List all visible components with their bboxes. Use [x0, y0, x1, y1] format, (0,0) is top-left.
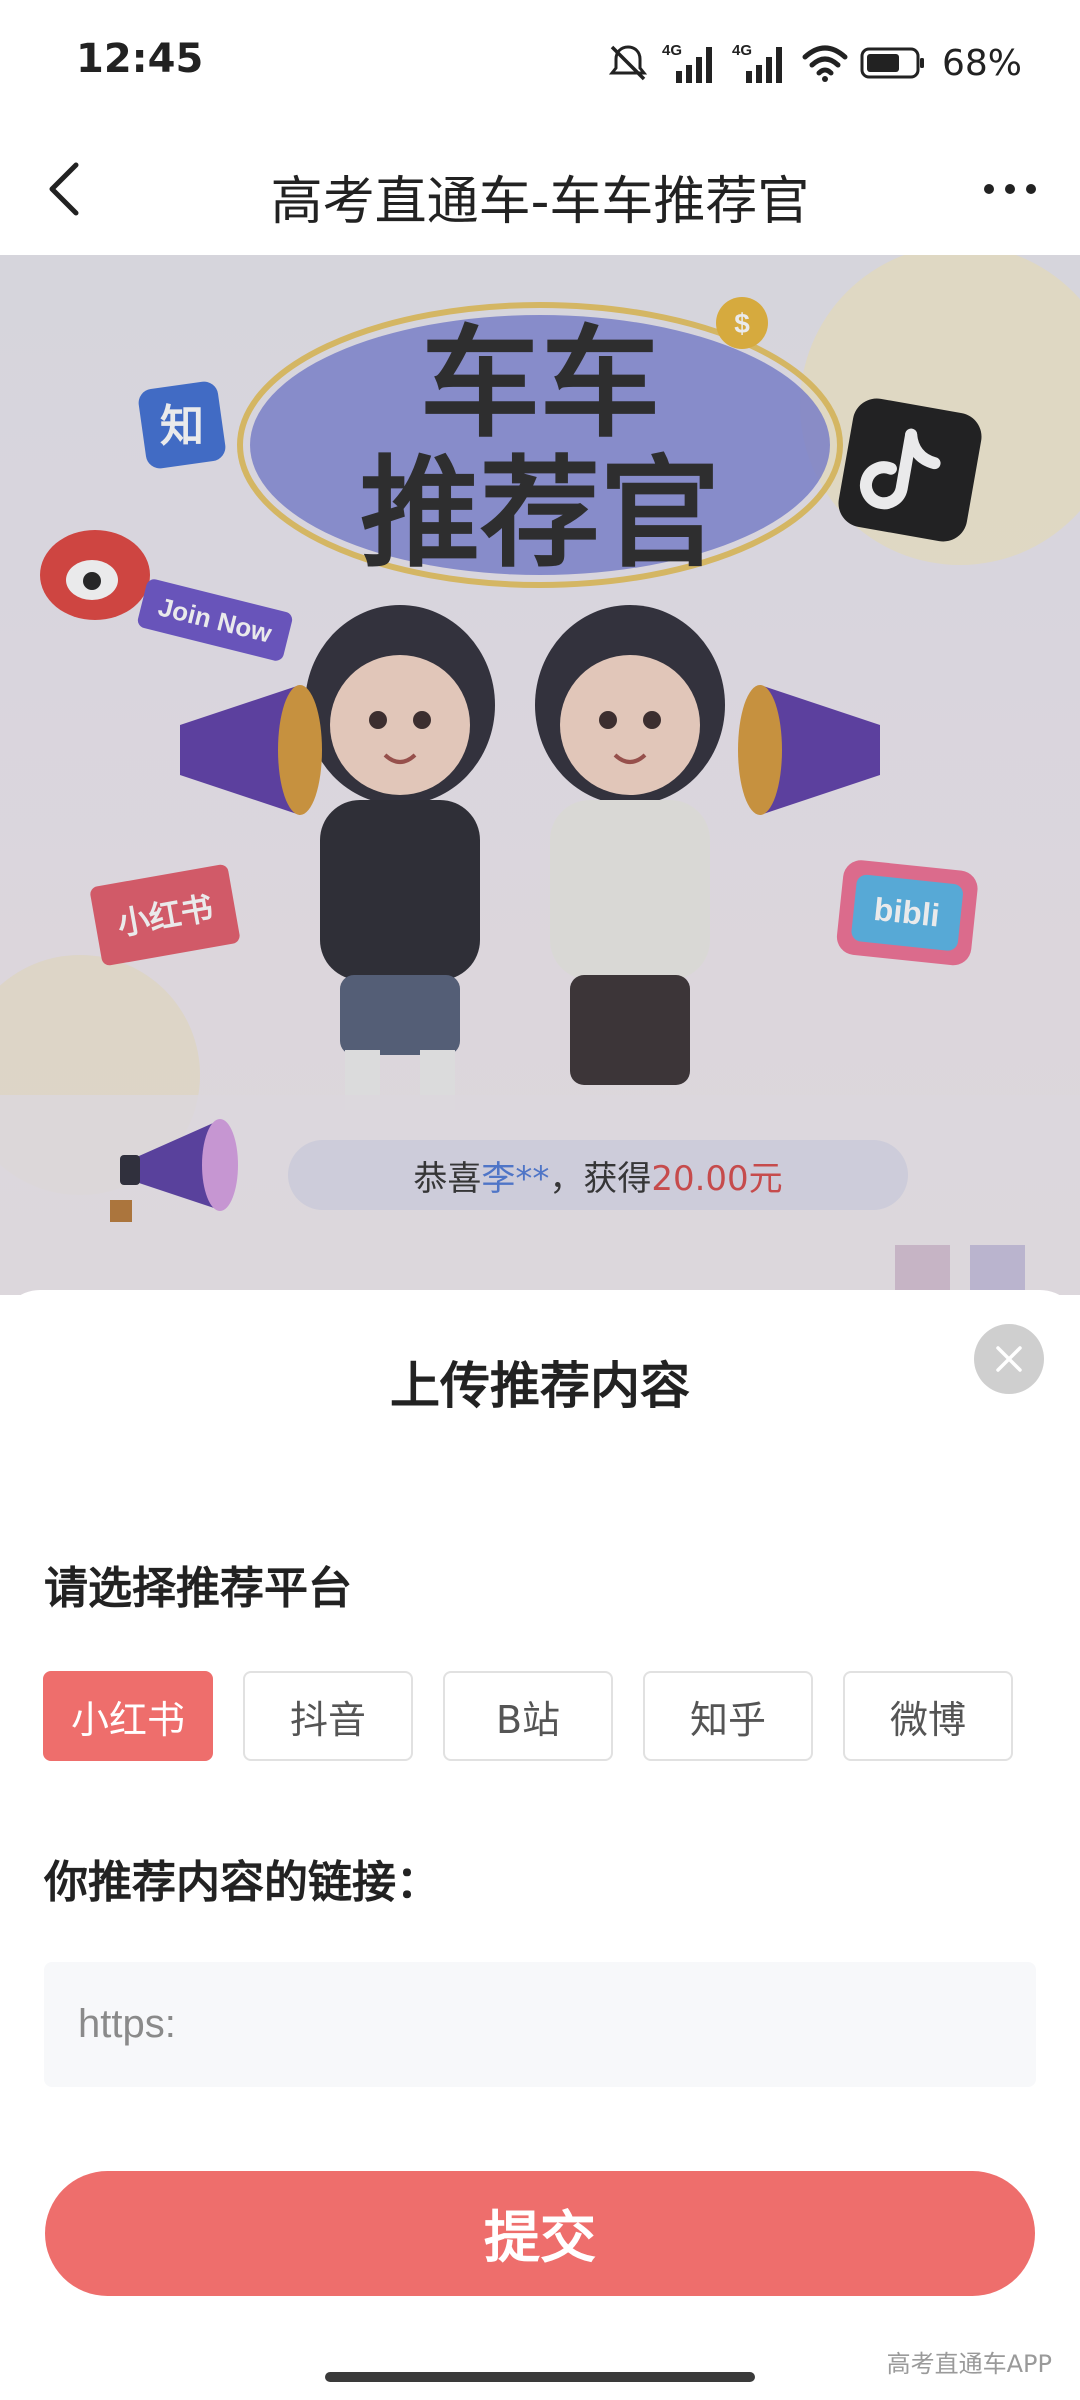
platform-selector: 小红书 抖音 B站 知乎 微博 [43, 1671, 1013, 1761]
more-horizontal-icon[interactable] [970, 157, 1050, 221]
page-title: 高考直通车-车车推荐官 [270, 172, 810, 232]
wifi-icon [802, 43, 848, 83]
home-indicator[interactable] [325, 2372, 755, 2382]
nav-bar: 高考直通车-车车推荐官 [0, 125, 1080, 255]
dim-overlay [0, 255, 1080, 1295]
signal-icon: 4G [732, 41, 790, 85]
close-icon [996, 1346, 1022, 1372]
submit-button[interactable]: 提交 [45, 2171, 1035, 2296]
status-icons: 4G 4G 68% [606, 38, 1022, 88]
status-bar: 12:45 4G 4G 68% [0, 0, 1080, 125]
network-type-1: 4G [662, 42, 682, 59]
platform-option-zhihu[interactable]: 知乎 [643, 1671, 813, 1761]
platform-option-douyin[interactable]: 抖音 [243, 1671, 413, 1761]
platform-option-weibo[interactable]: 微博 [843, 1671, 1013, 1761]
promo-banner: 车车 推荐官 知 Join Now $ 小红书 bibli 恭喜 李** ，获得… [0, 255, 1080, 1295]
network-type-2: 4G [732, 42, 752, 59]
mute-icon [606, 43, 650, 83]
status-time: 12:45 [76, 36, 204, 82]
upload-sheet: 上传推荐内容 请选择推荐平台 小红书 抖音 B站 知乎 微博 你推荐内容的链接：… [0, 1290, 1080, 2400]
platform-option-xiaohongshu[interactable]: 小红书 [43, 1671, 213, 1761]
link-input[interactable] [44, 1962, 1036, 2087]
battery-percent: 68% [941, 42, 1022, 84]
signal-icon: 4G [662, 41, 720, 85]
platform-option-bilibili[interactable]: B站 [443, 1671, 613, 1761]
battery-icon [860, 45, 926, 81]
sheet-title: 上传推荐内容 [390, 1357, 690, 1415]
link-label: 你推荐内容的链接： [44, 1857, 440, 1908]
app-watermark: 高考直通车APP [886, 2350, 1052, 2378]
platform-label: 请选择推荐平台 [44, 1563, 352, 1614]
close-button[interactable] [974, 1324, 1044, 1394]
